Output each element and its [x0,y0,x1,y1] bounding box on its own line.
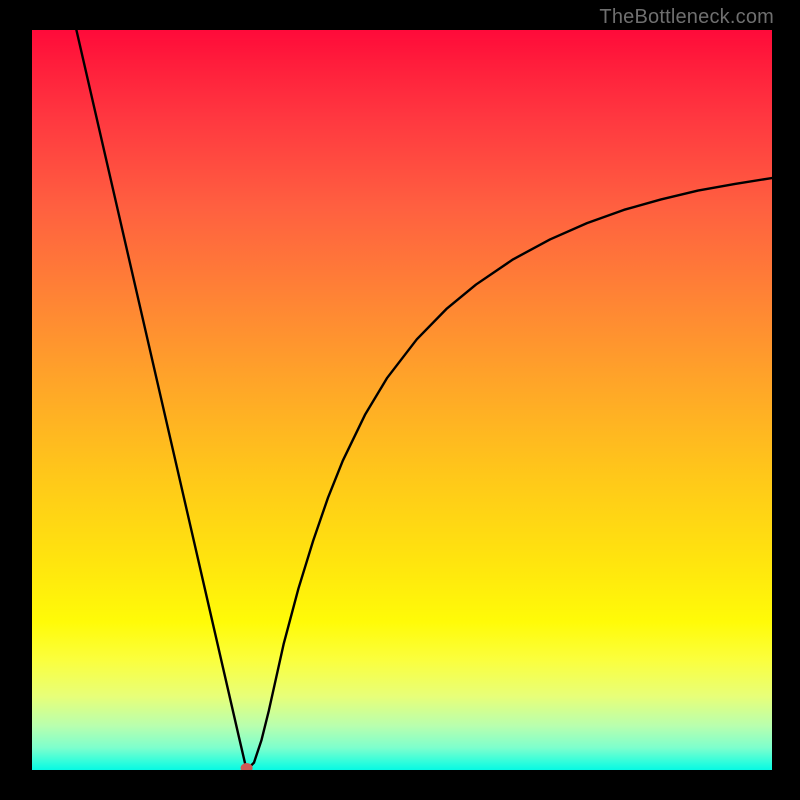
attribution-text: TheBottleneck.com [599,6,774,29]
plot-area [32,30,772,770]
curve-layer [32,30,772,770]
min-point-marker [241,763,253,770]
chart-frame: TheBottleneck.com [0,0,800,800]
bottleneck-curve [76,30,772,770]
